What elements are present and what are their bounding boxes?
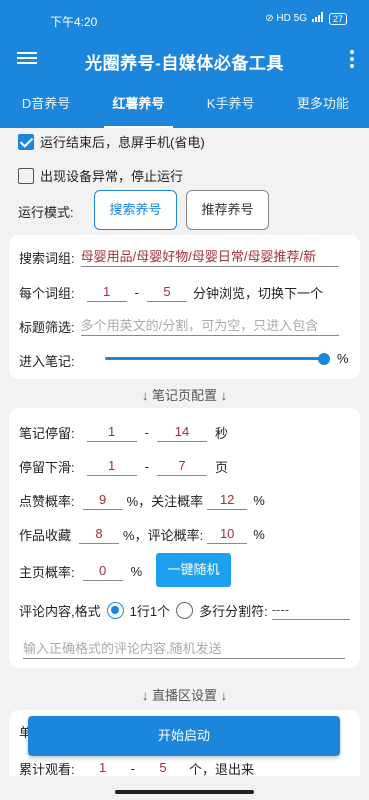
tab-more-features[interactable]: 更多功能 <box>277 80 369 128</box>
separator-input[interactable]: ---- <box>271 600 350 620</box>
follow-label: %，关注概率 <box>126 493 204 509</box>
stay-unit: 秒 <box>214 425 228 441</box>
more-options-icon[interactable] <box>349 50 355 71</box>
scroll-min-input[interactable]: 1 <box>86 456 137 476</box>
status-icons: ⊘ HD 5G 27 <box>265 12 347 25</box>
keywords-input[interactable]: 母婴用品/母婴好物/母婴日常/母婴推荐/新 <box>80 247 339 267</box>
battery-icon: 27 <box>328 12 347 25</box>
recommend-mode-button[interactable]: 推荐养号 <box>186 190 269 230</box>
enter-note-slider[interactable] <box>105 357 325 360</box>
format-multi-label[interactable]: 多行分割符: <box>199 601 268 620</box>
scroll-row: 停留下滑: 1 - 7 页 <box>19 456 228 476</box>
tab-douyin[interactable]: D音养号 <box>0 80 92 128</box>
search-mode-button[interactable]: 搜索养号 <box>94 190 177 230</box>
enter-note-percent: % <box>337 351 349 366</box>
like-label: 点赞概率: <box>19 493 75 509</box>
range-dash: - <box>130 760 135 776</box>
status-bar: 下午4:20 ⊘ HD 5G 27 <box>0 0 369 40</box>
comment-probability-input[interactable]: 10 <box>207 524 248 544</box>
start-button[interactable]: 开始启动 <box>28 716 340 756</box>
tab-bar: D音养号 红薯养号 K手养号 更多功能 <box>0 80 369 128</box>
title-filter-input[interactable]: 多个用英文的/分割，可为空，只进入包含 <box>80 316 339 336</box>
percent-sign: % <box>253 492 265 508</box>
home-probability-input[interactable]: 0 <box>82 561 123 581</box>
stop-on-error-label: 出现设备异常，停止运行 <box>40 169 184 184</box>
collect-probability-input[interactable]: 8 <box>79 524 120 544</box>
keywords-row: 搜索词组: 母婴用品/母婴好物/母婴日常/母婴推荐/新 <box>19 247 339 267</box>
range-dash: - <box>144 458 149 474</box>
home-label: 主页概率: <box>19 564 75 580</box>
comment-content-input[interactable]: 输入正确格式的评论内容,随机发送 <box>23 639 345 659</box>
tab-kuaishou[interactable]: K手养号 <box>185 80 277 128</box>
percent-sign: % <box>253 526 265 542</box>
range-dash: - <box>134 284 139 300</box>
settings-content[interactable]: 运行结束后，息屏手机(省电) 出现设备异常，停止运行 运行模式: 搜索养号 推荐… <box>0 128 369 800</box>
total-watch-label: 累计观看: <box>19 761 75 777</box>
range-dash: - <box>144 424 149 440</box>
format-multi-radio[interactable] <box>176 601 194 619</box>
app-bar: 光圈养号-自媒体必备工具 <box>0 40 369 80</box>
stay-min-input[interactable]: 1 <box>86 422 137 442</box>
status-icon-text: ⊘ HD 5G <box>265 13 307 24</box>
random-fill-button[interactable]: 一键随机 <box>156 553 231 587</box>
stay-label: 笔记停留: <box>19 425 75 441</box>
total-watch-min-input[interactable]: 1 <box>82 758 123 778</box>
signal-icon <box>311 12 324 25</box>
note-section-header: ↓ 笔记页配置 ↓ <box>141 388 228 403</box>
keywords-label: 搜索词组: <box>19 250 75 266</box>
per-group-max-input[interactable]: 5 <box>146 282 187 302</box>
scroll-max-input[interactable]: 7 <box>156 456 207 476</box>
stop-on-error-checkbox[interactable] <box>18 167 34 184</box>
system-nav-bar <box>0 776 369 800</box>
screen-off-option[interactable]: 运行结束后，息屏手机(省电) <box>18 132 205 151</box>
status-time: 下午4:20 <box>50 15 98 29</box>
enter-note-label: 进入笔记: <box>19 354 75 369</box>
app-title: 光圈养号-自媒体必备工具 <box>85 54 284 73</box>
comment-label: %，评论概率: <box>123 527 204 543</box>
home-row: 主页概率: 0 % <box>19 561 142 581</box>
screen-off-checkbox[interactable] <box>18 133 34 150</box>
format-single-label[interactable]: 1行1个 <box>130 601 170 620</box>
mode-label: 运行模式: <box>18 205 74 220</box>
comment-format-row: 评论内容,格式 1行1个 多行分割符: ---- <box>19 600 350 620</box>
title-filter-label: 标题筛选: <box>19 319 75 335</box>
stop-on-error-option[interactable]: 出现设备异常，停止运行 <box>18 166 183 185</box>
screen-off-label: 运行结束后，息屏手机(省电) <box>40 135 205 150</box>
collect-label: 作品收藏 <box>19 527 72 543</box>
total-watch-max-input[interactable]: 5 <box>142 758 183 778</box>
per-group-row: 每个词组: 1 - 5 分钟浏览，切换下一个 <box>19 282 323 302</box>
scroll-unit: 页 <box>214 459 228 475</box>
like-probability-input[interactable]: 9 <box>82 490 123 510</box>
follow-probability-input[interactable]: 12 <box>207 490 248 510</box>
per-group-label: 每个词组: <box>19 285 75 301</box>
comment-content-row: 输入正确格式的评论内容,随机发送 <box>23 639 345 659</box>
collect-comment-row: 作品收藏 8 %，评论概率: 10 % <box>19 524 265 544</box>
total-watch-row: 累计观看: 1 - 5 个，退出来 <box>19 758 254 778</box>
home-gesture-bar[interactable] <box>115 790 254 794</box>
scroll-label: 停留下滑: <box>19 459 75 475</box>
live-section-header: ↓ 直播区设置 ↓ <box>141 688 228 703</box>
per-group-suffix: 分钟浏览，切换下一个 <box>192 285 323 301</box>
search-config-card: 搜索词组: 母婴用品/母婴好物/母婴日常/母婴推荐/新 每个词组: 1 - 5 … <box>9 235 360 379</box>
like-follow-row: 点赞概率: 9 %，关注概率 12 % <box>19 490 265 510</box>
format-single-radio[interactable] <box>106 601 124 619</box>
percent-sign: % <box>130 563 143 579</box>
per-group-min-input[interactable]: 1 <box>86 282 127 302</box>
total-watch-suffix: 个，退出来 <box>188 761 254 777</box>
enter-note-slider-thumb[interactable] <box>318 353 330 365</box>
note-config-card: 笔记停留: 1 - 14 秒 停留下滑: 1 - 7 页 点赞概率: 9 %，关… <box>9 408 360 668</box>
stay-max-input[interactable]: 14 <box>156 422 207 442</box>
stay-row: 笔记停留: 1 - 14 秒 <box>19 422 228 442</box>
title-filter-row: 标题筛选: 多个用英文的/分割，可为空，只进入包含 <box>19 316 339 336</box>
comment-format-label: 评论内容,格式 <box>19 603 101 619</box>
tab-xiaohongshu[interactable]: 红薯养号 <box>92 80 184 128</box>
